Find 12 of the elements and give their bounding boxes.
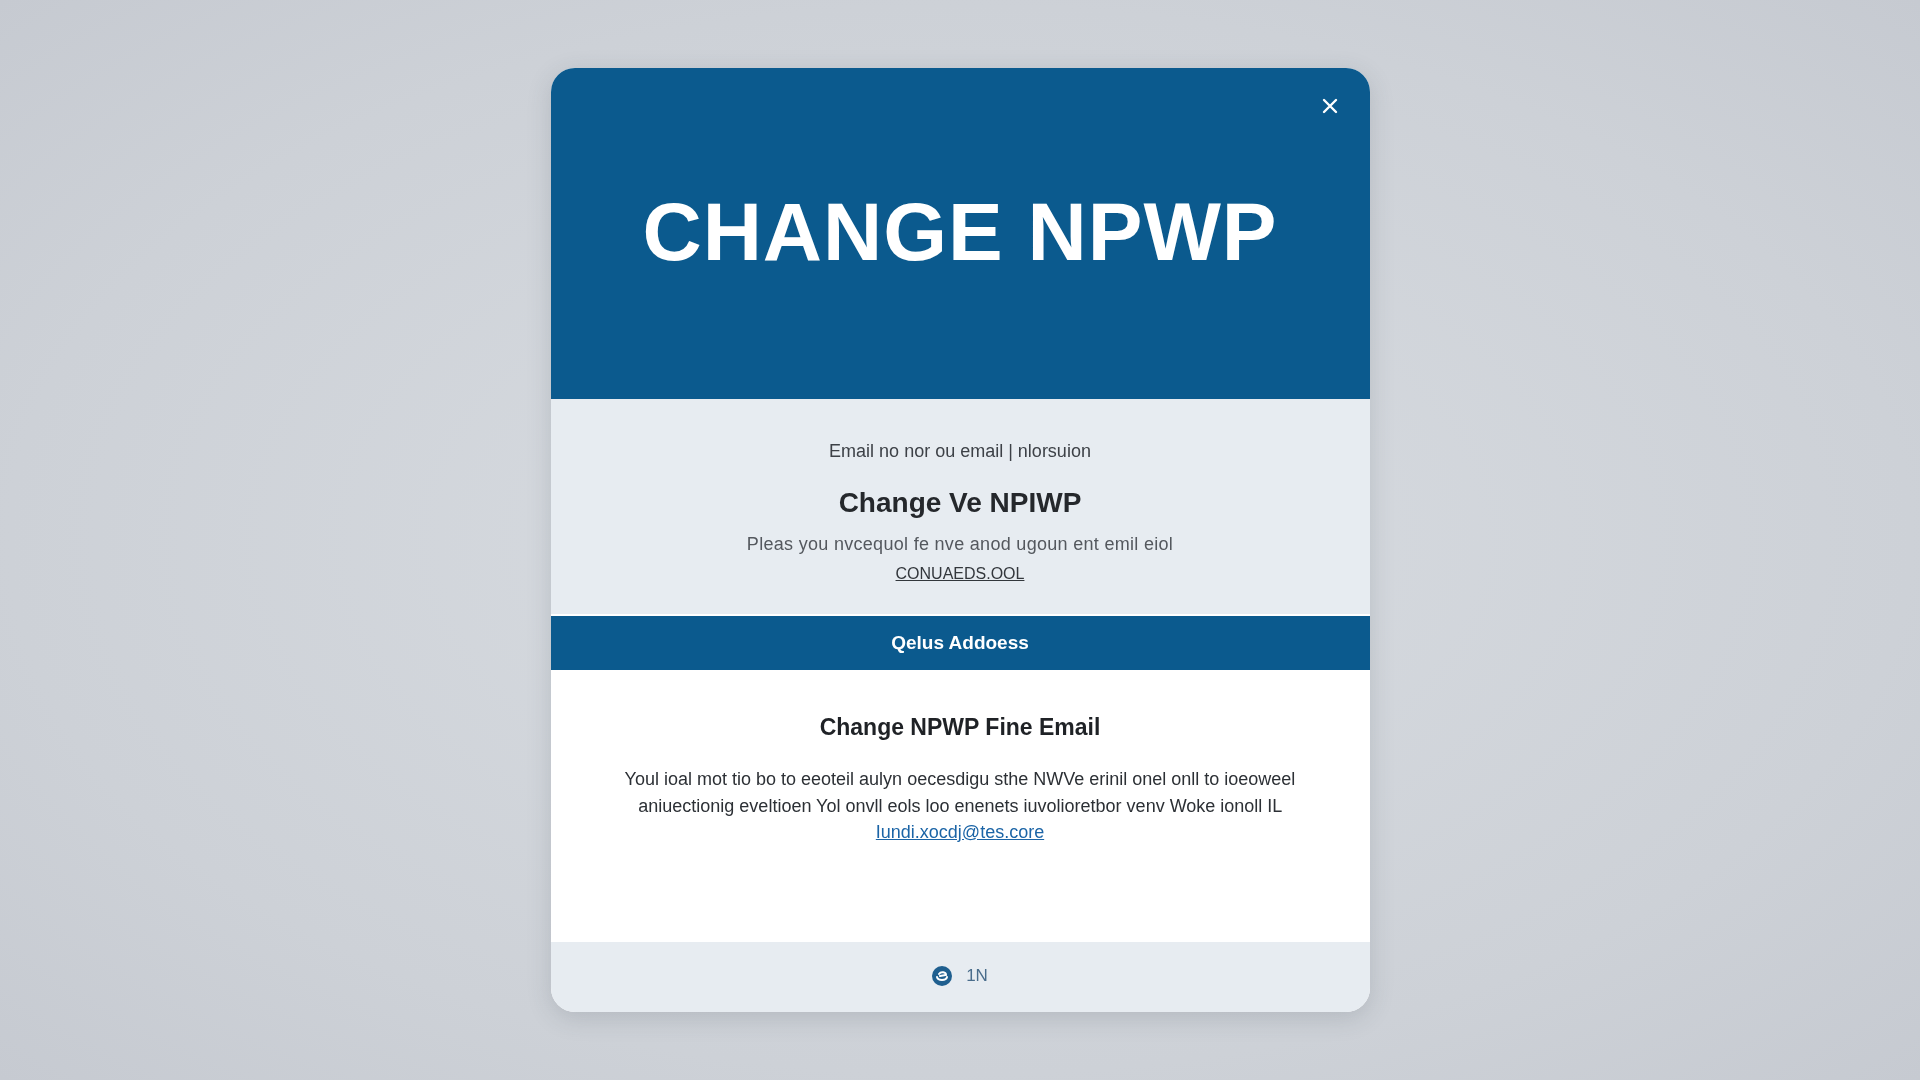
section-bar-label: Qelus Addoess: [891, 632, 1029, 654]
content-text: Youl ioal mot tio bo to eeoteil aulyn oecesdigu sthe NWVe erinil onel onll to ioeoweel aniuectionig eveltioen Yol onvll eols loo enenets iuvolioretbor venv Woke ionoll IL Iundi.xocdj@tes.core: [623, 768, 1297, 844]
swirl-icon: [932, 966, 953, 986]
notice-heading: Change Ve NPIWP: [838, 486, 1082, 520]
dialog-title: CHANGE NPWP: [642, 190, 1278, 273]
footer-label: 1N: [966, 966, 988, 986]
notice-text: Pleas you nvcequol fe nve anod ugoun ent emil eiol: [746, 533, 1174, 556]
email-link[interactable]: Iundi.xocdj@tes.core: [875, 822, 1045, 842]
close-icon: [1321, 98, 1338, 114]
notice-caption: Email no nor ou email | nlorsuion: [829, 440, 1091, 463]
content-heading: Change NPWP Fine Email: [819, 713, 1101, 742]
notice-link[interactable]: CONUAEDS.OOL: [895, 563, 1025, 585]
